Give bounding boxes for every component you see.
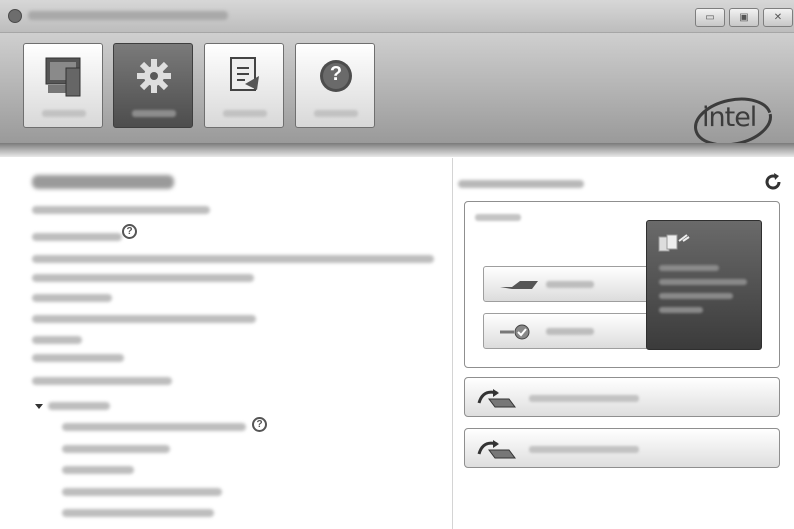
window-title [28, 11, 228, 20]
tab-status[interactable] [23, 43, 103, 128]
help-glyph: ? [329, 63, 343, 85]
info-line-2 [32, 233, 122, 241]
performance-icon [223, 54, 267, 100]
help-circle-icon: ? [314, 54, 358, 100]
tree-item-5[interactable] [62, 509, 214, 517]
drive-pointer-icon [498, 275, 542, 300]
popup-line-2 [659, 279, 747, 285]
manage-volume-pane: ? ? [18, 158, 438, 529]
tab-manage[interactable] [113, 43, 193, 128]
action-2-label [529, 446, 639, 453]
expand-arrow-icon[interactable] [35, 404, 43, 409]
refresh-icon[interactable] [763, 172, 783, 192]
tab-help[interactable]: ? [295, 43, 375, 128]
tab-status-label [42, 110, 86, 117]
tab-manage-label [132, 110, 176, 117]
drives-icon [657, 231, 691, 260]
info-line-5 [32, 294, 112, 302]
popup-line-4 [659, 307, 703, 313]
info-line-7 [32, 336, 82, 344]
option-1-label [546, 281, 594, 288]
option-button-2[interactable] [483, 313, 663, 349]
title-bar: ▭ ▣ ✕ [0, 0, 794, 33]
maximize-button[interactable]: ▣ [729, 8, 759, 27]
option-2-label [546, 328, 594, 335]
help-icon[interactable]: ? [252, 417, 267, 432]
main-toolbar: ? intel [0, 33, 794, 147]
info-line-3 [32, 255, 434, 263]
info-line-8 [32, 354, 124, 362]
drive-check-icon [498, 322, 542, 347]
info-popup [646, 220, 762, 350]
minimize-button[interactable]: ▭ [695, 8, 725, 27]
tree-item-2[interactable] [62, 445, 170, 453]
pane-title [32, 175, 174, 189]
tab-help-label [314, 110, 358, 117]
drive-arrow-icon [475, 385, 523, 416]
drive-arrow-icon [475, 436, 523, 467]
action-1-label [529, 395, 639, 402]
status-monitor-icon [42, 54, 86, 100]
tab-performance[interactable] [204, 43, 284, 128]
tree-item-4[interactable] [62, 488, 222, 496]
popup-line-3 [659, 293, 733, 299]
tab-performance-label [223, 110, 267, 117]
info-line-9 [32, 377, 172, 385]
info-line-4 [32, 274, 254, 282]
info-line-6 [32, 315, 256, 323]
close-button[interactable]: ✕ [763, 8, 793, 27]
action-button-2[interactable] [464, 428, 780, 468]
info-line-1 [32, 206, 210, 214]
help-icon[interactable]: ? [122, 224, 137, 239]
tree-parent[interactable] [48, 402, 110, 410]
group-label [475, 214, 521, 221]
option-button-1[interactable] [483, 266, 663, 302]
tree-item-1[interactable] [62, 423, 246, 431]
maximize-icon: ▣ [739, 12, 749, 23]
manage-gear-icon [132, 54, 176, 100]
pane-divider [452, 158, 453, 529]
toolbar-shadow [0, 143, 794, 157]
popup-line-1 [659, 265, 719, 271]
app-icon [8, 9, 22, 23]
close-icon: ✕ [773, 12, 783, 23]
tree-item-3[interactable] [62, 466, 134, 474]
right-pane-title [458, 180, 584, 188]
intel-logo: intel [692, 96, 774, 150]
action-button-1[interactable] [464, 377, 780, 417]
minimize-icon: ▭ [705, 12, 715, 23]
